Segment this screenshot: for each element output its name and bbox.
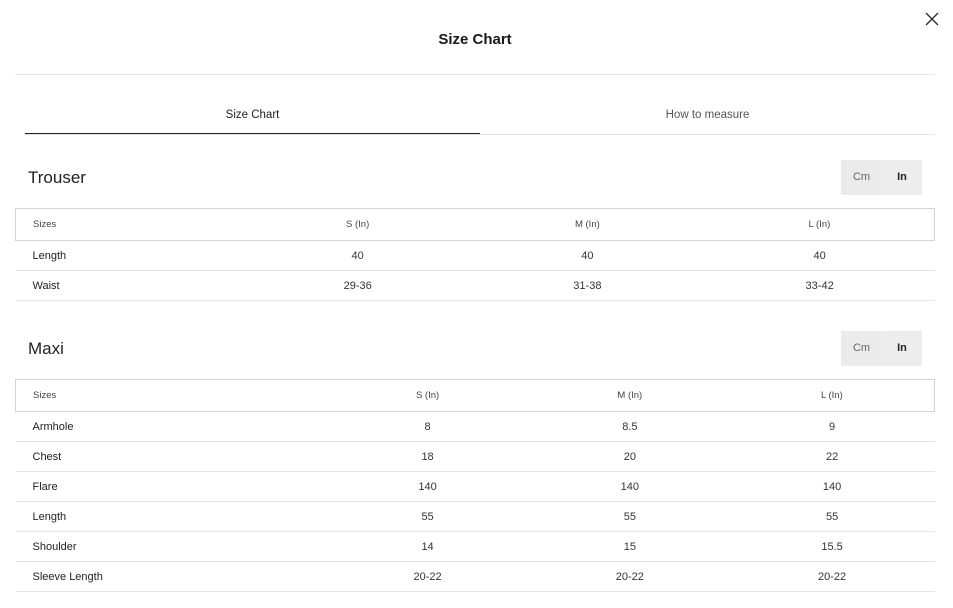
table-cell: 14 bbox=[325, 531, 530, 562]
section-header-maxi: Maxi Cm In bbox=[15, 331, 935, 367]
table-cell: 18 bbox=[325, 441, 530, 472]
row-label: Flare bbox=[15, 471, 326, 502]
table-cell: 8 bbox=[325, 411, 530, 442]
table-cell: 15 bbox=[529, 531, 730, 562]
column-header: S (In) bbox=[325, 379, 530, 412]
unit-cm-button[interactable]: Cm bbox=[841, 160, 882, 195]
table-cell: 140 bbox=[325, 471, 530, 502]
unit-toggle: Cm In bbox=[841, 160, 922, 195]
table-row: Armhole 8 8.5 9 bbox=[15, 411, 935, 442]
table-cell: 40 bbox=[470, 240, 705, 271]
table-cell: 40 bbox=[245, 240, 471, 271]
tab-how-to-measure[interactable]: How to measure bbox=[480, 98, 935, 134]
table-header-row: Sizes S (In) M (In) L (In) bbox=[15, 208, 935, 241]
table-row: Flare 140 140 140 bbox=[15, 471, 935, 502]
row-label: Chest bbox=[15, 441, 326, 472]
table-cell: 9 bbox=[729, 411, 935, 442]
table-row: Waist 29-36 31-38 33-42 bbox=[15, 270, 935, 301]
column-header: S (In) bbox=[245, 208, 471, 241]
column-header: Sizes bbox=[15, 379, 326, 412]
column-header: Sizes bbox=[15, 208, 246, 241]
tab-bar: Size Chart How to measure bbox=[25, 98, 935, 135]
table-cell: 40 bbox=[704, 240, 935, 271]
table-cell: 140 bbox=[729, 471, 935, 502]
table-row: Sleeve Length 20-22 20-22 20-22 bbox=[15, 561, 935, 592]
table-cell: 29-36 bbox=[245, 270, 471, 301]
table-cell: 20 bbox=[529, 441, 730, 472]
row-label: Waist bbox=[15, 270, 246, 301]
table-row: Length 55 55 55 bbox=[15, 501, 935, 532]
close-button[interactable] bbox=[922, 9, 942, 29]
row-label: Armhole bbox=[15, 411, 326, 442]
column-header: L (In) bbox=[729, 379, 935, 412]
column-header: M (In) bbox=[529, 379, 730, 412]
table-cell: 20-22 bbox=[325, 561, 530, 592]
title-divider bbox=[15, 74, 935, 75]
section-header-trouser: Trouser Cm In bbox=[15, 160, 935, 196]
table-cell: 8.5 bbox=[529, 411, 730, 442]
table-row: Shoulder 14 15 15.5 bbox=[15, 531, 935, 562]
row-label: Length bbox=[15, 240, 246, 271]
unit-cm-button[interactable]: Cm bbox=[841, 331, 882, 366]
table-cell: 22 bbox=[729, 441, 935, 472]
close-icon bbox=[925, 12, 939, 26]
unit-toggle: Cm In bbox=[841, 331, 922, 366]
table-cell: 140 bbox=[529, 471, 730, 502]
unit-in-button[interactable]: In bbox=[882, 331, 922, 366]
table-header-row: Sizes S (In) M (In) L (In) bbox=[15, 379, 935, 412]
row-label: Shoulder bbox=[15, 531, 326, 562]
table-cell: 31-38 bbox=[470, 270, 705, 301]
table-cell: 33-42 bbox=[704, 270, 935, 301]
table-row: Chest 18 20 22 bbox=[15, 441, 935, 472]
section-title: Trouser bbox=[28, 168, 86, 187]
column-header: M (In) bbox=[470, 208, 705, 241]
column-header: L (In) bbox=[704, 208, 935, 241]
unit-in-button[interactable]: In bbox=[882, 160, 922, 195]
table-cell: 15.5 bbox=[729, 531, 935, 562]
table-cell: 55 bbox=[325, 501, 530, 532]
table-cell: 55 bbox=[529, 501, 730, 532]
tab-size-chart[interactable]: Size Chart bbox=[25, 98, 480, 134]
modal-title: Size Chart bbox=[438, 31, 512, 48]
table-cell: 55 bbox=[729, 501, 935, 532]
size-table-maxi: Sizes S (In) M (In) L (In) Armhole 8 8.5… bbox=[15, 379, 935, 592]
table-row: Length 40 40 40 bbox=[15, 240, 935, 271]
section-title: Maxi bbox=[28, 339, 64, 358]
row-label: Sleeve Length bbox=[15, 561, 326, 592]
row-label: Length bbox=[15, 501, 326, 532]
table-cell: 20-22 bbox=[529, 561, 730, 592]
table-cell: 20-22 bbox=[729, 561, 935, 592]
size-table-trouser: Sizes S (In) M (In) L (In) Length 40 40 … bbox=[15, 208, 935, 301]
